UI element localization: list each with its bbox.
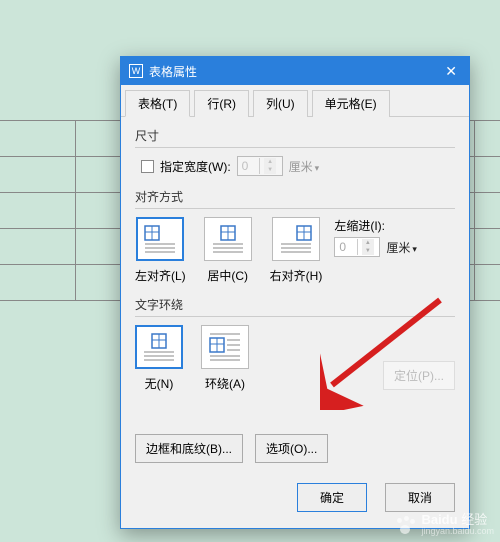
wrap-around-option[interactable]: 环绕(A) — [201, 325, 249, 392]
tab-column[interactable]: 列(U) — [253, 90, 308, 117]
align-right-icon — [272, 217, 320, 261]
wrap-around-label: 环绕(A) — [205, 375, 245, 392]
titlebar[interactable]: W 表格属性 ✕ — [121, 57, 469, 85]
indent-spinner[interactable]: 0 ▲▼ — [334, 237, 380, 257]
width-spinner[interactable]: 0 ▲▼ — [237, 156, 283, 176]
align-left-option[interactable]: 左对齐(L) — [135, 217, 186, 284]
wrap-none-label: 无(N) — [145, 375, 174, 392]
ok-button[interactable]: 确定 — [297, 483, 367, 512]
size-group-label: 尺寸 — [135, 127, 455, 144]
app-icon: W — [129, 64, 143, 78]
options-button[interactable]: 选项(O)... — [255, 434, 328, 463]
dialog-title: 表格属性 — [149, 63, 441, 80]
wrap-group: 文字环绕 无(N) 环绕(A) 定位(P)... — [135, 296, 455, 392]
dialog-body: 尺寸 指定宽度(W): 0 ▲▼ 厘米▾ 对齐方式 — [121, 117, 469, 473]
align-group: 对齐方式 左对齐(L) 居中(C) — [135, 188, 455, 284]
wrap-group-label: 文字环绕 — [135, 296, 455, 313]
align-right-option[interactable]: 右对齐(H) — [270, 217, 323, 284]
indent-value: 0 — [335, 240, 357, 254]
watermark-brand: Baidu 经验 — [421, 512, 487, 527]
indent-column: 左缩进(I): 0 ▲▼ 厘米▾ — [334, 217, 417, 257]
table-properties-dialog: W 表格属性 ✕ 表格(T) 行(R) 列(U) 单元格(E) 尺寸 指定宽度(… — [120, 56, 470, 529]
indent-unit[interactable]: 厘米▾ — [386, 239, 417, 256]
align-left-icon — [136, 217, 184, 261]
align-left-label: 左对齐(L) — [135, 267, 186, 284]
cancel-button[interactable]: 取消 — [385, 483, 455, 512]
specify-width-label: 指定宽度(W): — [160, 158, 231, 175]
align-center-icon — [204, 217, 252, 261]
watermark-url: jingyan.baidu.com — [421, 526, 494, 536]
tab-cell[interactable]: 单元格(E) — [312, 90, 390, 117]
wrap-none-option[interactable]: 无(N) — [135, 325, 183, 392]
width-unit[interactable]: 厘米▾ — [289, 158, 320, 175]
width-value: 0 — [238, 159, 260, 173]
watermark: Baidu 经验 jingyan.baidu.com — [395, 509, 494, 536]
tab-row[interactable]: 行(R) — [194, 90, 249, 117]
tab-table[interactable]: 表格(T) — [125, 90, 190, 117]
align-right-label: 右对齐(H) — [270, 267, 323, 284]
align-center-label: 居中(C) — [207, 267, 248, 284]
wrap-none-icon — [135, 325, 183, 369]
size-group: 尺寸 指定宽度(W): 0 ▲▼ 厘米▾ — [135, 127, 455, 176]
border-shading-button[interactable]: 边框和底纹(B)... — [135, 434, 243, 463]
paw-icon — [395, 516, 417, 536]
align-group-label: 对齐方式 — [135, 188, 455, 205]
indent-label: 左缩进(I): — [334, 217, 417, 234]
align-center-option[interactable]: 居中(C) — [204, 217, 252, 284]
option-buttons-row: 边框和底纹(B)... 选项(O)... — [135, 434, 455, 463]
position-button: 定位(P)... — [383, 361, 455, 390]
specify-width-checkbox[interactable] — [141, 160, 154, 173]
tab-strip: 表格(T) 行(R) 列(U) 单元格(E) — [121, 85, 469, 117]
wrap-around-icon — [201, 325, 249, 369]
close-button[interactable]: ✕ — [441, 63, 461, 80]
